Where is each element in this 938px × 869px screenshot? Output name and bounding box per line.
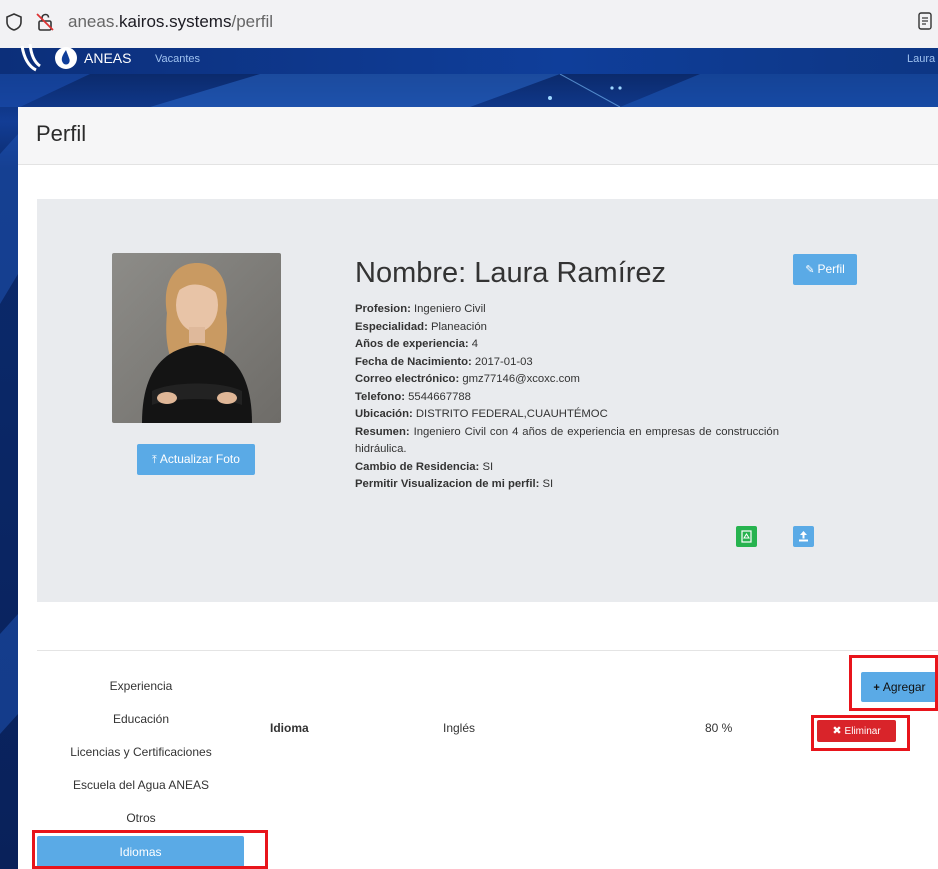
info-resumen: Resumen: Ingeniero Civil con 4 años de e… bbox=[355, 424, 779, 459]
reader-view-icon[interactable] bbox=[918, 12, 932, 30]
url-prefix: aneas. bbox=[68, 12, 120, 31]
info-fecha-nacimiento: Fecha de Nacimiento: 2017-01-03 bbox=[355, 354, 779, 372]
sidebar-item-educacion[interactable]: Educación bbox=[37, 710, 245, 743]
navbar-brand[interactable]: ANEAS bbox=[84, 50, 131, 66]
info-label: Cambio de Residencia: bbox=[355, 460, 480, 473]
info-value: 5544667788 bbox=[408, 390, 471, 403]
language-row-header: Idioma bbox=[270, 721, 309, 735]
app-navbar: ANEAS Vacantes Laura bbox=[0, 43, 938, 74]
sidebar-item-experiencia[interactable]: Experiencia bbox=[37, 677, 245, 710]
upload-icon bbox=[799, 531, 808, 542]
lock-insecure-icon[interactable] bbox=[35, 12, 55, 32]
info-correo: Correo electrónico: gmz77146@xcoxc.com bbox=[355, 371, 779, 389]
aneas-logo-icon[interactable] bbox=[18, 42, 78, 72]
info-profesion: Profesion: Ingeniero Civil bbox=[355, 301, 779, 319]
profile-card: Perfil ⤒ Actualizar Foto Nombre: Laura R… bbox=[18, 107, 938, 869]
profile-name: Nombre: Laura Ramírez bbox=[355, 257, 667, 289]
info-label: Resumen: bbox=[355, 425, 410, 438]
pdf-icon bbox=[741, 530, 752, 543]
card-header: Perfil bbox=[18, 107, 938, 165]
highlight-box-add bbox=[849, 655, 938, 711]
info-value: 4 bbox=[471, 338, 479, 350]
info-value: SI bbox=[482, 460, 494, 473]
info-value: 2017-01-03 bbox=[474, 355, 533, 368]
info-value: DISTRITO FEDERAL,CUAUHTÉMOC bbox=[415, 408, 608, 420]
info-label: Especialidad: bbox=[355, 320, 428, 333]
download-pdf-button[interactable] bbox=[736, 526, 757, 547]
info-value: Ingeniero Civil con 4 años de experienci… bbox=[355, 425, 779, 456]
info-value: Planeación bbox=[430, 320, 487, 333]
language-name: Inglés bbox=[443, 721, 476, 735]
update-photo-button[interactable]: ⤒ Actualizar Foto bbox=[137, 444, 255, 475]
info-label: Profesion: bbox=[355, 303, 411, 315]
sidebar-item-licencias[interactable]: Licencias y Certificaciones bbox=[37, 743, 245, 776]
info-label: Ubicación: bbox=[355, 408, 413, 420]
info-label: Correo electrónico: bbox=[355, 373, 460, 385]
upload-cv-button[interactable] bbox=[793, 526, 814, 547]
section-divider bbox=[37, 650, 938, 651]
nav-user-menu[interactable]: Laura bbox=[907, 53, 935, 65]
profile-photo bbox=[112, 253, 281, 423]
sidebar-item-escuela-agua[interactable]: Escuela del Agua ANEAS bbox=[37, 776, 245, 809]
info-value: gmz77146@xcoxc.com bbox=[462, 373, 580, 385]
info-value: SI bbox=[542, 478, 554, 490]
url-path: /perfil bbox=[231, 12, 274, 31]
page-title: Perfil bbox=[36, 121, 87, 146]
profile-photo-image bbox=[112, 253, 281, 423]
shield-icon[interactable] bbox=[6, 13, 22, 31]
nav-link-vacantes[interactable]: Vacantes bbox=[155, 53, 200, 65]
info-ubicacion: Ubicación: DISTRITO FEDERAL,CUAUHTÉMOC bbox=[355, 406, 779, 424]
info-visualizacion: Permitir Visualizacion de mi perfil: SI bbox=[355, 476, 779, 494]
info-anos-experiencia: Años de experiencia: 4 bbox=[355, 336, 779, 354]
highlight-box-delete bbox=[811, 715, 910, 751]
info-cambio-residencia: Cambio de Residencia: SI bbox=[355, 459, 779, 477]
url-domain: kairos.systems bbox=[119, 12, 232, 31]
upload-icon: ⤒ bbox=[152, 454, 157, 466]
edit-profile-button[interactable]: ✎ Perfil bbox=[793, 254, 857, 285]
info-label: Permitir Visualizacion de mi perfil: bbox=[355, 478, 540, 490]
edit-profile-label: Perfil bbox=[817, 262, 845, 276]
update-photo-label: Actualizar Foto bbox=[159, 452, 240, 466]
info-especialidad: Especialidad: Planeación bbox=[355, 319, 779, 337]
profile-info: Profesion: Ingeniero Civil Especialidad:… bbox=[355, 301, 779, 494]
info-label: Años de experiencia: bbox=[355, 338, 469, 350]
info-label: Fecha de Nacimiento: bbox=[355, 355, 472, 368]
info-value: Ingeniero Civil bbox=[414, 303, 486, 315]
browser-url-bar: aneas.kairos.systems/perfil bbox=[0, 0, 938, 48]
pencil-icon: ✎ bbox=[805, 264, 815, 276]
highlight-box-idiomas bbox=[32, 830, 268, 869]
profile-sidebar: Experiencia Educación Licencias y Certif… bbox=[37, 677, 245, 842]
info-telefono: Telefono: 5544667788 bbox=[355, 389, 779, 407]
info-label: Telefono: bbox=[355, 390, 405, 403]
url-text[interactable]: aneas.kairos.systems/perfil bbox=[68, 12, 273, 32]
profile-panel: ⤒ Actualizar Foto Nombre: Laura Ramírez ✎… bbox=[37, 199, 938, 602]
language-level: 80 % bbox=[705, 721, 733, 735]
